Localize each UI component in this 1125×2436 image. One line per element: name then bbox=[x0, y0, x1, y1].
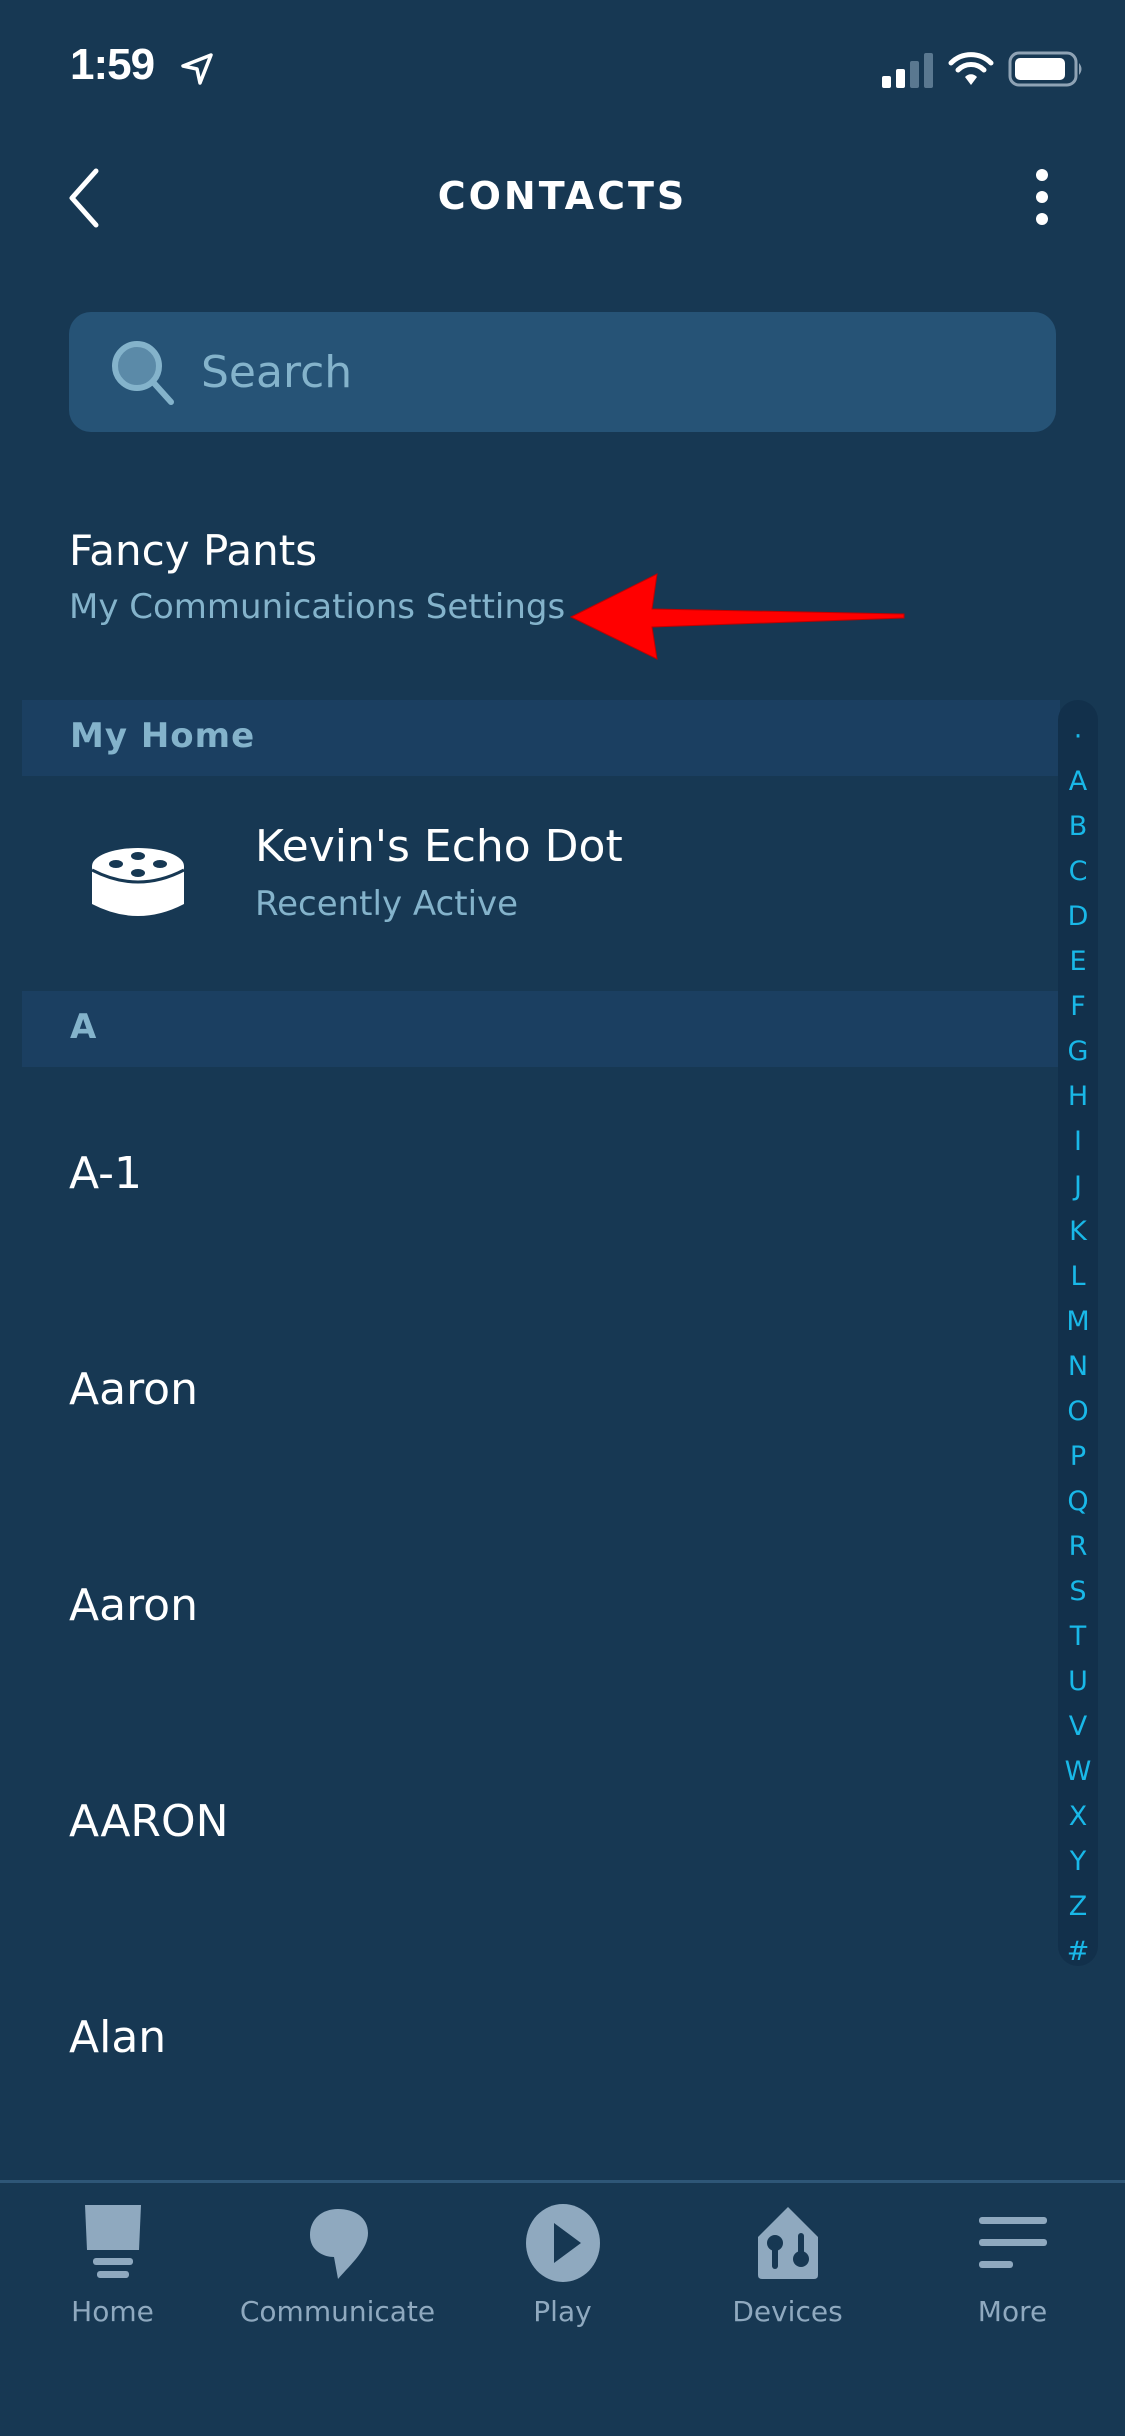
index-letter[interactable]: N bbox=[1068, 1344, 1088, 1389]
index-letter[interactable]: V bbox=[1069, 1704, 1087, 1749]
index-letter[interactable]: I bbox=[1074, 1119, 1082, 1164]
search-input[interactable] bbox=[201, 346, 1021, 398]
page-title: CONTACTS bbox=[437, 174, 688, 218]
index-letter[interactable]: O bbox=[1067, 1389, 1088, 1434]
index-letter[interactable]: S bbox=[1069, 1569, 1086, 1614]
location-arrow-icon bbox=[181, 53, 213, 85]
tab-label: Devices bbox=[732, 2295, 843, 2328]
contact-name: AARON bbox=[69, 1796, 229, 1847]
play-icon bbox=[525, 2204, 600, 2282]
annotation-arrow-icon bbox=[569, 573, 905, 660]
contact-row[interactable]: Aaron bbox=[0, 1284, 1060, 1500]
device-name: Kevin's Echo Dot bbox=[255, 821, 623, 872]
contact-name: A-1 bbox=[69, 1148, 143, 1199]
index-letter[interactable]: L bbox=[1070, 1254, 1085, 1299]
index-letter[interactable]: U bbox=[1068, 1659, 1088, 1704]
more-icon bbox=[978, 2217, 1047, 2268]
section-header-my-home: My Home bbox=[22, 700, 1060, 776]
index-letter[interactable]: T bbox=[1070, 1614, 1087, 1659]
device-status: Recently Active bbox=[255, 884, 519, 924]
tab-bar: Home Communicate Play Devices More bbox=[0, 2180, 1125, 2436]
index-letter[interactable]: Q bbox=[1067, 1479, 1088, 1524]
contact-name: Alan bbox=[69, 2012, 167, 2063]
contact-name: Aaron bbox=[69, 1364, 198, 1415]
tab-communicate[interactable]: Communicate bbox=[225, 2203, 450, 2343]
home-icon bbox=[84, 2205, 141, 2278]
index-letter[interactable]: X bbox=[1069, 1794, 1088, 1839]
index-letter[interactable]: G bbox=[1068, 1029, 1089, 1074]
search-bar[interactable] bbox=[69, 312, 1056, 432]
index-letter[interactable]: D bbox=[1068, 894, 1089, 939]
wifi-icon bbox=[948, 52, 994, 85]
tab-play[interactable]: Play bbox=[450, 2203, 675, 2343]
index-letter[interactable]: C bbox=[1069, 849, 1088, 894]
index-letter[interactable]: J bbox=[1074, 1164, 1082, 1209]
index-letter[interactable]: · bbox=[1074, 714, 1083, 759]
devices-icon bbox=[757, 2207, 818, 2279]
index-letter[interactable]: W bbox=[1065, 1749, 1092, 1794]
section-header-a: A bbox=[22, 991, 1060, 1067]
contact-row[interactable]: AARON bbox=[0, 1716, 1060, 1932]
device-row[interactable]: Kevin's Echo Dot Recently Active bbox=[0, 776, 1060, 990]
status-time: 1:59 bbox=[70, 40, 155, 89]
search-icon bbox=[112, 341, 174, 405]
tab-label: Home bbox=[71, 2295, 154, 2328]
index-letter[interactable]: E bbox=[1069, 939, 1086, 984]
communicate-icon bbox=[309, 2209, 368, 2279]
tab-devices[interactable]: Devices bbox=[675, 2203, 900, 2343]
index-letter[interactable]: P bbox=[1070, 1434, 1086, 1479]
tab-label: More bbox=[977, 2295, 1048, 2328]
more-options-icon[interactable] bbox=[1020, 165, 1064, 235]
cellular-signal-icon bbox=[882, 53, 933, 88]
section-label: My Home bbox=[70, 716, 256, 756]
index-letter[interactable]: A bbox=[1069, 759, 1087, 804]
index-letter[interactable]: F bbox=[1070, 984, 1086, 1029]
index-letter[interactable]: R bbox=[1069, 1524, 1088, 1569]
tab-more[interactable]: More bbox=[900, 2203, 1125, 2343]
contact-row[interactable]: A-1 bbox=[0, 1068, 1060, 1284]
tab-label: Play bbox=[533, 2295, 592, 2328]
index-letter[interactable]: Y bbox=[1070, 1839, 1087, 1884]
alphabet-index[interactable]: · A B C D E F G H I J K L M N O P Q R S … bbox=[1058, 700, 1098, 1967]
echo-dot-icon bbox=[91, 848, 185, 916]
tab-home[interactable]: Home bbox=[0, 2203, 225, 2343]
section-label: A bbox=[70, 1007, 98, 1047]
index-letter[interactable]: K bbox=[1069, 1209, 1087, 1254]
index-letter[interactable]: B bbox=[1069, 804, 1088, 849]
contact-row[interactable]: Aaron bbox=[0, 1500, 1060, 1716]
tab-label: Communicate bbox=[239, 2295, 436, 2328]
index-letter[interactable]: # bbox=[1067, 1929, 1090, 1974]
index-letter[interactable]: M bbox=[1066, 1299, 1089, 1344]
contact-row[interactable]: Alan bbox=[0, 1932, 1060, 2148]
battery-icon bbox=[1008, 51, 1082, 87]
contact-name: Aaron bbox=[69, 1580, 198, 1631]
index-letter[interactable]: Z bbox=[1069, 1884, 1088, 1929]
index-letter[interactable]: H bbox=[1068, 1074, 1088, 1119]
